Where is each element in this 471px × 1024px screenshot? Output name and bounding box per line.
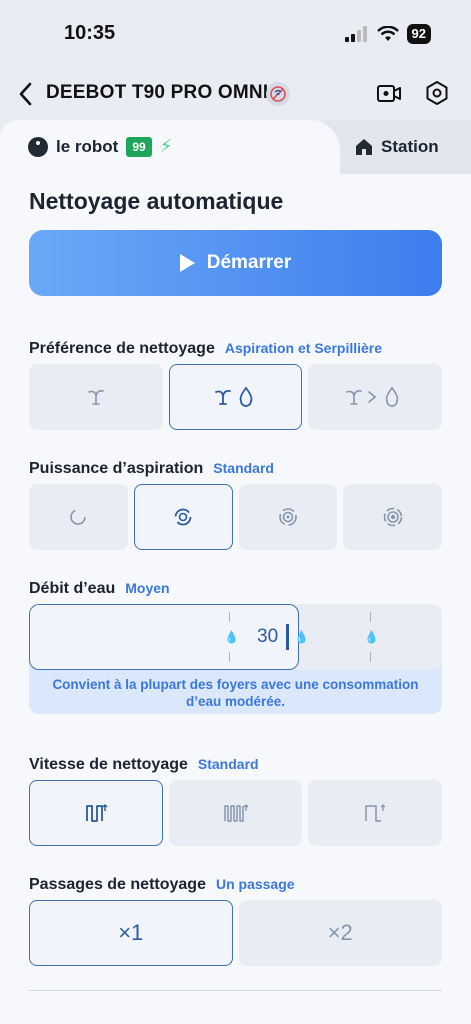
vacuum-mop-icon: [214, 386, 252, 407]
no-network-icon[interactable]: [266, 82, 290, 106]
passes-value: Un passage: [215, 876, 295, 892]
suction-section: Puissance d’aspiration Standard: [29, 460, 274, 478]
speed-quick-option[interactable]: [308, 780, 443, 846]
speed-label: Vitesse de nettoyage: [29, 756, 188, 773]
preference-label: Préférence de nettoyage: [29, 340, 215, 357]
suction-standard-option[interactable]: [133, 484, 233, 550]
suction-max-option[interactable]: [238, 484, 338, 550]
status-time: 10:35: [64, 22, 116, 44]
start-button-label: Démarrer: [206, 252, 292, 273]
pref-vacuum-mop-option[interactable]: [168, 364, 303, 430]
speed-deep-option[interactable]: [168, 780, 303, 846]
status-icons: 92: [344, 24, 431, 44]
suction-options: [29, 484, 442, 550]
tab-robot-label: le robot: [56, 136, 119, 156]
vacuum-then-mop-icon: [346, 386, 399, 407]
water-tick: [370, 612, 371, 622]
device-tabs: Station le robot 99 ⚡: [0, 120, 471, 180]
water-tick: [229, 612, 230, 622]
status-bar: 10:35 92: [0, 0, 471, 70]
speed-section: Vitesse de nettoyage Standard: [29, 756, 259, 774]
start-button[interactable]: Démarrer: [29, 230, 442, 296]
tab-station-label: Station: [381, 137, 439, 156]
vacuum-icon: [88, 390, 104, 405]
quick-route-icon: [365, 804, 386, 822]
robot-icon: [28, 136, 48, 157]
water-tick: [229, 652, 230, 662]
speed-options: [29, 780, 443, 846]
passes-once-option[interactable]: ×1: [29, 900, 233, 966]
standard-route-icon: [85, 804, 108, 822]
water-label: Débit d’eau: [29, 580, 116, 597]
water-tick: [370, 652, 371, 662]
water-slider-handle[interactable]: [286, 624, 289, 650]
preference-options: [29, 364, 443, 430]
max-plus-icon: [383, 507, 402, 527]
pref-vacuum-then-mop-option[interactable]: [308, 364, 443, 430]
home-icon: [356, 139, 372, 155]
nav-bar: DEEBOT T90 PRO OMNI: [0, 74, 471, 114]
play-icon: [179, 254, 195, 272]
settings-icon[interactable]: [424, 80, 450, 106]
preference-value: Aspiration et Serpillière: [224, 340, 383, 356]
water-level-value: 30: [257, 626, 279, 647]
back-icon[interactable]: [16, 80, 36, 108]
water-section: Débit d’eau Moyen: [29, 580, 170, 598]
video-camera-icon[interactable]: [376, 80, 402, 106]
water-drop-high-icon: 💧: [364, 630, 379, 644]
water-value: Moyen: [125, 580, 170, 596]
suction-value: Standard: [213, 460, 274, 476]
suction-quiet-option[interactable]: [29, 484, 128, 550]
max-icon: [279, 508, 297, 526]
deep-route-icon: [223, 804, 248, 822]
water-drop-mid-icon: 💧: [294, 630, 309, 644]
robot-battery-badge: 99: [126, 136, 152, 157]
main-panel: Nettoyage automatique Démarrer Préférenc…: [0, 174, 471, 1024]
preference-section: Préférence de nettoyage Aspiration et Se…: [29, 340, 382, 358]
page-title: Nettoyage automatique: [29, 188, 284, 214]
charging-icon: ⚡: [159, 136, 173, 156]
passes-options: ×1 ×2: [29, 900, 442, 966]
wifi-icon: [376, 26, 399, 41]
battery-indicator: 92: [406, 24, 431, 44]
tab-robot[interactable]: le robot 99 ⚡: [0, 120, 340, 180]
device-title: DEEBOT T90 PRO OMNI: [46, 82, 269, 103]
water-drop-low-icon: 💧: [224, 630, 239, 644]
suction-max-plus-option[interactable]: [343, 484, 442, 550]
water-flow-slider[interactable]: 💧 💧 💧 30 Convient à la plupart des foyer…: [29, 604, 442, 714]
water-hint: Convient à la plupart des foyers avec un…: [52, 677, 419, 709]
standard-icon: [174, 508, 192, 526]
passes-section: Passages de nettoyage Un passage: [29, 876, 295, 894]
quiet-icon: [70, 509, 87, 525]
speed-value: Standard: [197, 756, 259, 772]
divider: [29, 990, 442, 991]
pref-vacuum-option[interactable]: [29, 364, 163, 430]
passes-label: Passages de nettoyage: [29, 876, 206, 893]
passes-twice-option[interactable]: ×2: [238, 900, 442, 966]
speed-standard-option[interactable]: [29, 780, 163, 846]
signal-icon: [344, 26, 367, 42]
suction-label: Puissance d’aspiration: [29, 460, 204, 477]
